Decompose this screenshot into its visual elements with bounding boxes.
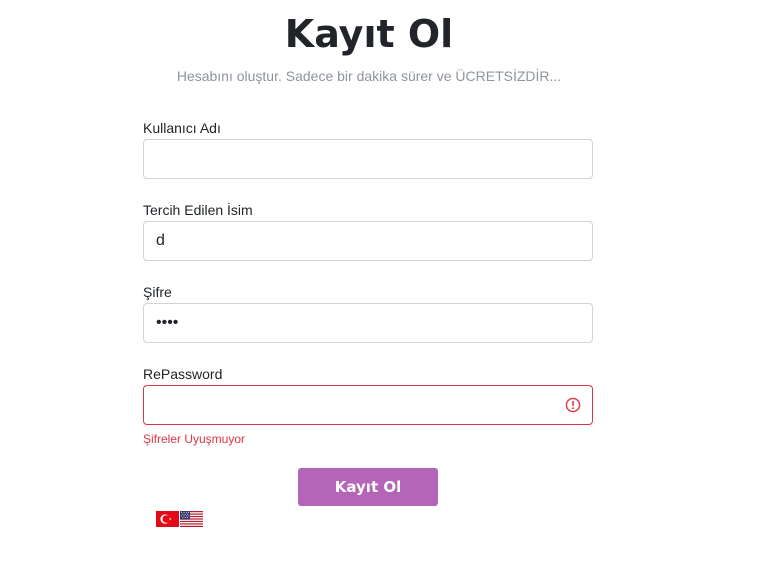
preferred-name-label: Tercih Edilen İsim <box>143 202 253 218</box>
password-label: Şifre <box>143 284 172 300</box>
preferred-name-field-box <box>143 221 593 261</box>
username-field-box <box>143 139 593 179</box>
register-submit-button[interactable]: Kayıt Ol <box>298 468 438 506</box>
repassword-input[interactable] <box>144 386 556 424</box>
page-subtitle: Hesabını oluştur. Sadece bir dakika süre… <box>176 68 562 84</box>
error-alert-icon <box>565 397 581 413</box>
password-field-box <box>143 303 593 343</box>
turkey-flag-icon[interactable] <box>156 511 179 527</box>
password-input[interactable] <box>144 304 556 342</box>
repassword-field-box <box>143 385 593 425</box>
repassword-label: RePassword <box>143 366 223 382</box>
preferred-name-input[interactable] <box>144 222 556 260</box>
username-input[interactable] <box>144 140 556 178</box>
page-title: Kayıt Ol <box>284 12 454 56</box>
username-label: Kullanıcı Adı <box>143 120 221 136</box>
repassword-error-message: Şifreler Uyuşmuyor <box>143 432 246 446</box>
usa-flag-icon[interactable] <box>180 511 203 527</box>
